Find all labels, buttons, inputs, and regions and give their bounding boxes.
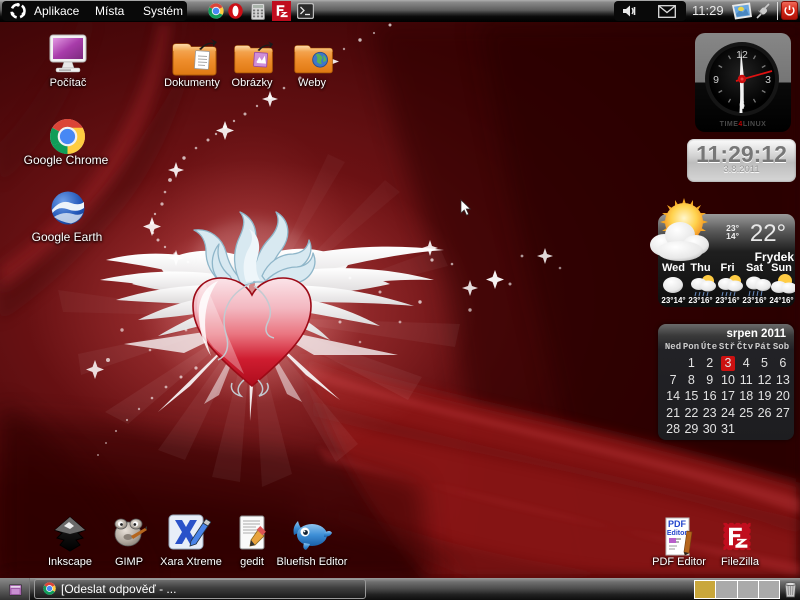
svg-text:12: 12 — [736, 49, 748, 61]
svg-text:PDF: PDF — [668, 519, 687, 529]
svg-text:9: 9 — [713, 74, 719, 86]
svg-text:3: 3 — [765, 74, 771, 86]
svg-text:TIME4LINUX: TIME4LINUX — [720, 121, 767, 128]
svg-text:Editor: Editor — [667, 530, 687, 537]
